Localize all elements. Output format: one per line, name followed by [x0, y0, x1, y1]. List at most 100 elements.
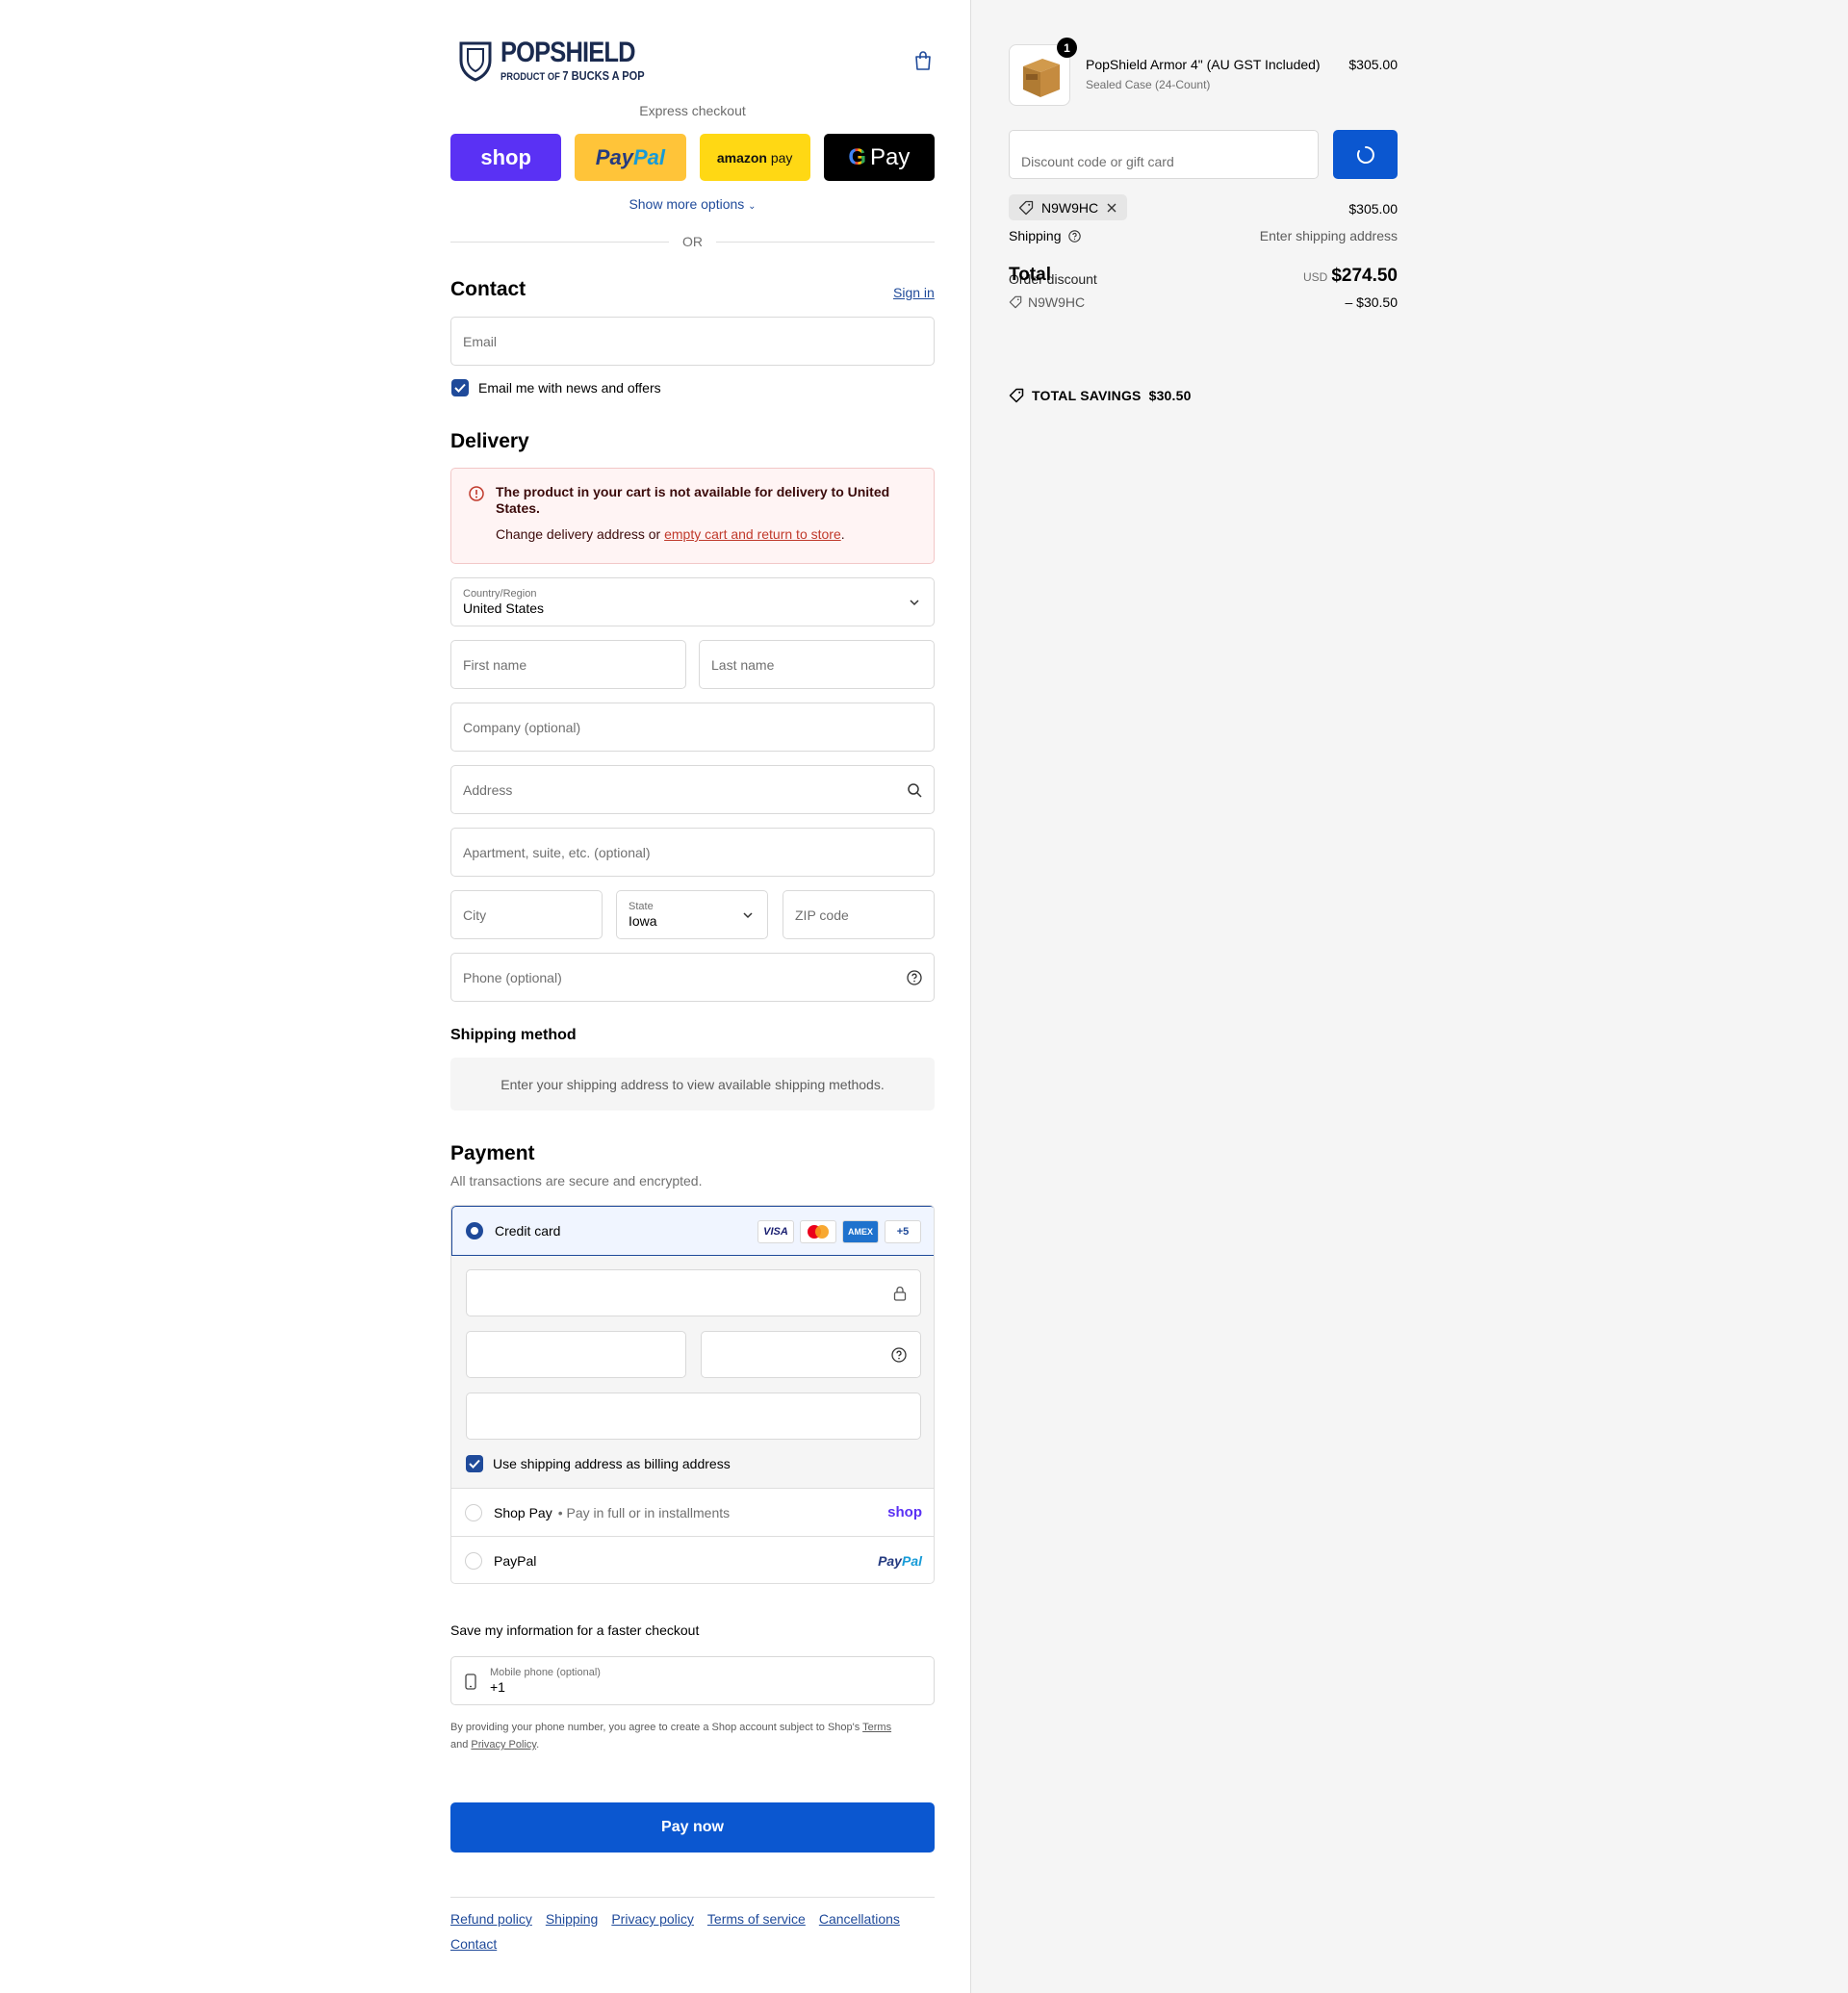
tagline-text: 7 BUCKS A POP	[562, 68, 645, 83]
paypal-label-a: Pay	[595, 144, 633, 169]
search-icon	[908, 782, 922, 798]
sign-in-link[interactable]: Sign in	[893, 285, 935, 300]
country-label: Country/Region	[463, 588, 537, 600]
save-info-title: Save my information for a faster checkou…	[450, 1623, 700, 1638]
billing-same-row[interactable]: Use shipping address as billing address	[466, 1455, 731, 1472]
visa-icon: VISA	[757, 1220, 794, 1243]
discount-code-input[interactable]: Discount code or gift card	[1009, 130, 1319, 179]
mobile-phone-value: +1	[490, 1679, 505, 1695]
payment-subtitle: All transactions are secure and encrypte…	[450, 1173, 703, 1188]
empty-cart-link[interactable]: empty cart and return to store	[664, 526, 841, 542]
tag-icon	[1009, 295, 1022, 309]
shopping-bag-icon[interactable]	[913, 50, 933, 71]
city-field[interactable]: City	[450, 890, 603, 939]
total-savings: TOTAL SAVINGS $30.50	[1009, 388, 1192, 403]
help-icon[interactable]	[1068, 230, 1082, 243]
error-icon	[469, 486, 484, 501]
mobile-phone-icon	[465, 1674, 476, 1690]
first-name-field[interactable]: First name	[450, 640, 686, 689]
help-icon[interactable]	[907, 969, 922, 985]
discount-value: – $30.50	[1345, 294, 1399, 310]
shop-terms-link[interactable]: Terms	[862, 1722, 891, 1733]
card-brands: VISA AMEX +5	[757, 1220, 921, 1243]
shop-pay-option[interactable]: Shop Pay • Pay in full or in installment…	[451, 1489, 934, 1537]
currency-code: USD	[1302, 270, 1328, 284]
shipping-policy-link[interactable]: Shipping	[546, 1911, 599, 1927]
shop-privacy-link[interactable]: Privacy Policy	[471, 1739, 536, 1750]
paypal-logo: PayPal	[878, 1553, 922, 1569]
shop-pay-radio[interactable]	[465, 1503, 482, 1521]
total-savings-value: $30.50	[1148, 388, 1192, 403]
shipping-label-wrap: Shipping	[1009, 228, 1082, 243]
city-placeholder: City	[463, 907, 487, 923]
google-pay-button[interactable]: G Pay	[823, 134, 935, 181]
cancellations-link[interactable]: Cancellations	[819, 1911, 900, 1927]
tag-icon	[1009, 388, 1024, 403]
google-g-icon: G	[848, 143, 867, 170]
mobile-phone-label: Mobile phone (optional)	[490, 1667, 601, 1678]
shop-pay-logo: shop	[887, 1504, 922, 1520]
credit-card-label: Credit card	[495, 1223, 561, 1239]
express-checkout-title: Express checkout	[639, 103, 746, 118]
paypal-option[interactable]: PayPal PayPal	[451, 1537, 934, 1583]
state-select[interactable]: State Iowa	[616, 890, 768, 939]
refund-policy-link[interactable]: Refund policy	[450, 1911, 532, 1927]
card-number-field[interactable]	[466, 1269, 921, 1316]
checkmark-icon	[454, 383, 466, 393]
mobile-phone-field[interactable]: Mobile phone (optional) +1	[450, 1656, 935, 1705]
apartment-field[interactable]: Apartment, suite, etc. (optional)	[450, 828, 935, 877]
credit-card-option[interactable]: Credit card VISA AMEX +5	[451, 1206, 934, 1256]
product-price: $305.00	[1348, 57, 1398, 72]
email-field[interactable]: Email	[450, 317, 935, 366]
last-name-field[interactable]: Last name	[699, 640, 935, 689]
payment-heading: Payment	[450, 1142, 535, 1164]
brand-tagline: PRODUCT OF 7 BUCKS A POP	[500, 69, 645, 83]
paypal-button[interactable]: Pay Pal	[575, 134, 686, 181]
address-placeholder: Address	[463, 781, 513, 798]
security-code-field[interactable]	[701, 1331, 921, 1378]
terms-text-a: By providing your phone number, you agre…	[450, 1722, 860, 1733]
subtotal-row: $305.00	[1009, 201, 1398, 217]
shop-pay-button[interactable]: shop	[450, 134, 562, 181]
news-offers-checkbox[interactable]	[451, 379, 469, 396]
product-variant: Sealed Case (24-Count)	[1086, 78, 1211, 91]
company-field[interactable]: Company (optional)	[450, 703, 935, 752]
contact-heading: Contact	[450, 278, 526, 300]
expiration-date-field[interactable]	[466, 1331, 686, 1378]
total-value: $274.50	[1331, 266, 1398, 286]
email-placeholder: Email	[463, 333, 498, 349]
country-select[interactable]: Country/Region United States	[450, 577, 935, 626]
paypal-radio[interactable]	[465, 1552, 482, 1570]
amazon-pay-button[interactable]: amazon pay	[699, 134, 810, 181]
credit-card-form: Use shipping address as billing address	[451, 1256, 934, 1489]
privacy-policy-link[interactable]: Privacy policy	[611, 1911, 694, 1927]
address-field[interactable]: Address	[450, 765, 935, 814]
discount-placeholder: Discount code or gift card	[1021, 154, 1174, 169]
amazon-label-b: pay	[770, 149, 793, 166]
pay-now-button[interactable]: Pay now	[450, 1802, 935, 1852]
phone-placeholder: Phone (optional)	[463, 969, 562, 985]
alert-text-tail: .	[840, 526, 845, 542]
delivery-heading: Delivery	[450, 430, 529, 452]
mastercard-icon	[800, 1220, 836, 1243]
lock-icon	[893, 1286, 907, 1301]
news-offers-checkbox-row[interactable]: Email me with news and offers	[451, 379, 661, 396]
apply-discount-button[interactable]	[1333, 130, 1398, 179]
show-more-options-link[interactable]: Show more options ⌄	[450, 196, 935, 212]
phone-field[interactable]: Phone (optional)	[450, 953, 935, 1002]
billing-same-checkbox[interactable]	[466, 1455, 483, 1472]
express-checkout-buttons: shop Pay Pal amazon pay G Pay	[450, 134, 935, 181]
shipping-row: Shipping Enter shipping address	[1009, 228, 1398, 243]
name-on-card-field[interactable]	[466, 1393, 921, 1440]
delivery-error-alert: The product in your cart is not availabl…	[450, 468, 935, 564]
store-logo[interactable]: POPSHIELD PRODUCT OF 7 BUCKS A POP	[458, 38, 670, 83]
credit-card-radio[interactable]	[466, 1222, 483, 1239]
contact-link[interactable]: Contact	[450, 1936, 497, 1952]
discount-code-label: N9W9HC	[1028, 294, 1086, 310]
zip-field[interactable]: ZIP code	[783, 890, 935, 939]
state-label: State	[629, 901, 654, 912]
amazon-label-a: amazon	[716, 149, 767, 166]
or-divider: OR	[450, 234, 935, 249]
help-icon[interactable]	[891, 1347, 907, 1363]
terms-of-service-link[interactable]: Terms of service	[707, 1911, 806, 1927]
